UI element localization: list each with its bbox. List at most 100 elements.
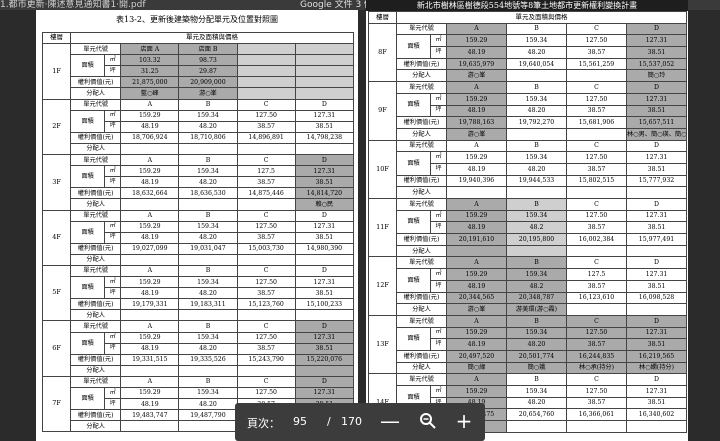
unit-price: 16,244,835	[566, 349, 627, 363]
unit-price: 14,798,238	[294, 131, 355, 144]
unit-sqm: 127.31	[294, 331, 355, 344]
unit-owner: 林○嫻(持分)	[625, 361, 688, 375]
area-label: 面積	[396, 34, 431, 59]
floor-label: 4F	[41, 209, 72, 266]
unit-sqm: 159.29	[446, 268, 507, 281]
unit-ping: 48.20	[178, 120, 238, 133]
area-label: 面積	[70, 386, 106, 411]
unit-ping: 48.20	[178, 176, 238, 189]
unit-owner	[178, 420, 238, 433]
unit-owner: 簡○娥	[506, 361, 567, 375]
unit-price: 15,243,790	[236, 353, 296, 366]
area-label: 面積	[70, 220, 106, 244]
unit-sqm: 159.34	[506, 326, 567, 340]
unit-price	[236, 76, 296, 89]
unit-owner: 林○承(持分)	[566, 361, 627, 375]
unit-code-label: 單元代號	[70, 209, 122, 222]
unit-price: 19,331,515	[120, 353, 180, 366]
unit-code: A	[120, 320, 180, 333]
unit-sqm: 159.34	[178, 109, 238, 122]
unit-price: 16,366,061	[566, 408, 627, 422]
area-label: 面積	[396, 151, 431, 176]
unit-sqm: 159.34	[178, 165, 238, 178]
page-title: 新北市樹林區樹德段554地號等8筆土地都市更新權利變換計畫	[366, 0, 688, 11]
page-title: 表13-2、更新後建築物分配單元及位置對照圖	[116, 15, 278, 24]
floor-header: 樓層	[368, 11, 397, 24]
total-pages: 170	[341, 415, 362, 428]
unit-ping: 48.19	[446, 162, 507, 176]
zoom-in-button[interactable]: +	[451, 408, 477, 434]
unit-table-right: 樓層 單元及面積與價格 8F 單元代號 A B C D 面積㎡ 159.29 159.34 127.5…	[368, 11, 688, 433]
unit-code: A	[120, 154, 180, 167]
unit-owner	[178, 309, 238, 322]
unit-ping: 38.51	[625, 46, 688, 59]
unit-price: 18,706,924	[120, 131, 180, 144]
unit-sqm: 127.31	[294, 276, 355, 289]
floor-label: 7F	[41, 375, 72, 433]
unit-code: C	[236, 264, 296, 278]
unit-sqm: 127.50	[566, 92, 627, 106]
unit-code: B	[506, 314, 567, 328]
unit-code: C	[566, 198, 627, 211]
unit-code: D	[294, 154, 355, 167]
unit-sqm: 98.73	[178, 54, 238, 67]
unit-ping: 38.57	[566, 162, 627, 176]
floor-label: 5F	[41, 264, 72, 322]
unit-owner: 游○峯	[446, 69, 507, 83]
unit-code: C	[566, 314, 627, 328]
unit-sqm: 127.31	[625, 92, 688, 106]
unit-price: 19,027,099	[120, 242, 180, 255]
price-label: 權利價值(元)	[70, 131, 122, 144]
unit-owner	[236, 364, 296, 377]
unit-price: 18,710,806	[178, 131, 238, 144]
area-label: 面積	[70, 109, 106, 133]
unit-owner	[625, 186, 688, 199]
unit-sqm	[236, 54, 296, 67]
unit-code: A	[446, 81, 507, 94]
sqm-unit: ㎡	[104, 220, 122, 233]
unit-owner: 游美環(游○霞)	[506, 303, 567, 316]
zoom-magnifier-button[interactable]	[415, 408, 441, 434]
area-label: 面積	[396, 209, 431, 235]
unit-owner	[446, 244, 507, 258]
ping-unit: 坪	[430, 279, 447, 293]
unit-owner	[178, 253, 238, 266]
unit-price: 16,123,610	[566, 291, 627, 305]
unit-ping: 38.57	[236, 120, 296, 133]
zoom-out-button[interactable]: —	[377, 408, 403, 434]
unit-sqm: 127.31	[625, 268, 688, 281]
area-label: 面積	[396, 92, 431, 118]
unit-price: 19,940,396	[446, 174, 507, 188]
unit-sqm: 159.34	[178, 276, 238, 289]
unit-ping: 48.19	[446, 104, 507, 118]
assignee-label: 分配人	[70, 198, 122, 211]
unit-sqm: 159.34	[506, 34, 567, 48]
unit-sqm: 159.34	[506, 151, 567, 164]
unit-code: A	[120, 264, 180, 278]
unit-code: B	[178, 209, 238, 222]
unit-owner: 簡○玲	[625, 69, 688, 83]
floor-label: 11F	[368, 197, 397, 258]
floor-label: 1F	[41, 43, 72, 100]
price-label: 權利價值(元)	[396, 291, 447, 305]
unit-code: B	[506, 373, 567, 386]
unit-owner	[236, 309, 296, 322]
unit-ping: 38.57	[566, 104, 627, 118]
assignee-label: 分配人	[70, 87, 122, 100]
area-label: 面積	[70, 165, 106, 189]
unit-code: C	[236, 375, 296, 389]
sqm-unit: ㎡	[430, 92, 447, 106]
unit-ping: 48.19	[446, 279, 507, 293]
current-page-input[interactable]: 95	[293, 415, 307, 428]
unit-owner: 游○峯	[446, 127, 507, 141]
unit-owner: 林○男、簡○瑛、簡○均	[625, 127, 688, 141]
unit-ping: 48.20	[178, 342, 238, 355]
unit-sqm: 159.34	[178, 386, 238, 400]
ping-unit: 坪	[430, 221, 447, 235]
unit-owner	[506, 244, 567, 258]
unit-sqm: 159.29	[446, 209, 507, 223]
unit-code-label: 單元代號	[70, 98, 122, 111]
unit-sqm: 127.31	[294, 220, 355, 233]
pdf-pager-toolbar: 頁次： 95 / 170 — +	[235, 403, 485, 441]
unit-sqm: 159.29	[120, 109, 180, 122]
